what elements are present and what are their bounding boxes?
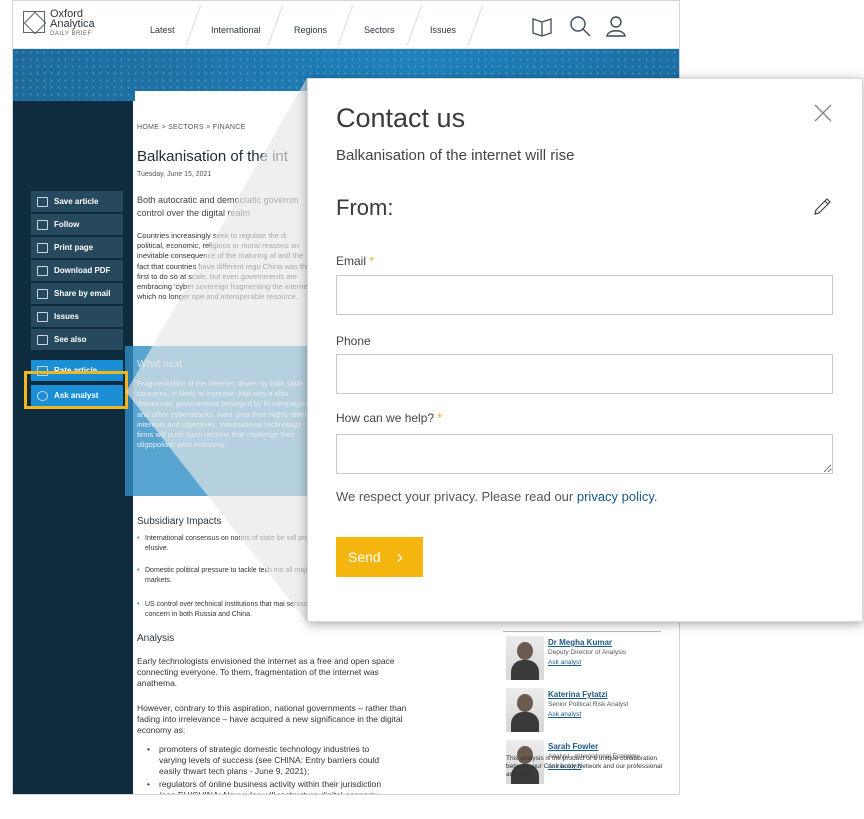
what-next-title: What next — [137, 359, 183, 370]
impact-item: Domestic political pressure to tackle te… — [137, 566, 317, 585]
help-label: How can we help? * — [336, 411, 442, 425]
modal-subtitle: Balkanisation of the internet will rise — [336, 147, 575, 164]
nav-divider — [267, 5, 284, 45]
nav-regions[interactable]: Regions — [294, 25, 327, 35]
pdf-icon — [37, 265, 48, 276]
ask-analyst-highlight — [24, 371, 128, 409]
issues-button[interactable]: Issues — [31, 306, 123, 327]
article-date: Tuesday, June 15, 2021 — [137, 171, 212, 178]
help-label-text: How can we help? — [336, 411, 435, 425]
nav-divider — [337, 5, 354, 45]
top-navigation: Oxford Analytica DAILY BRIEF Latest Inte… — [13, 1, 679, 49]
logo-mark-icon — [23, 11, 45, 33]
email-field[interactable] — [336, 275, 833, 315]
required-mark: * — [437, 411, 443, 425]
tool-label: Follow — [54, 220, 80, 229]
follow-button[interactable]: Follow — [31, 214, 123, 235]
analysis-bullet: promoters of strategic domestic technolo… — [147, 744, 397, 777]
tool-label: Download PDF — [54, 266, 111, 275]
flag-icon — [37, 311, 48, 322]
mail-icon — [37, 288, 48, 299]
impact-item: International consensus on norms of stat… — [137, 534, 317, 553]
send-button[interactable]: Send › — [336, 537, 423, 577]
tool-label: Issues — [54, 312, 79, 321]
tool-label: Share by email — [54, 289, 111, 298]
privacy-policy-link[interactable]: privacy policy. — [577, 489, 658, 504]
save-article-button[interactable]: Save article — [31, 191, 123, 212]
email-label-text: Email — [336, 254, 367, 268]
book-icon[interactable] — [531, 15, 553, 37]
tool-label: See also — [54, 335, 87, 344]
ask-analyst-link[interactable]: Ask analyst — [548, 711, 581, 718]
privacy-text: We respect your privacy. Please read our — [336, 489, 574, 504]
analysis-paragraph: However, contrary to this aspiration, na… — [137, 703, 407, 735]
expert-name-link[interactable]: Katerina Fytatzi — [548, 690, 608, 699]
required-mark: * — [369, 254, 375, 268]
article-body: Countries increasingly seek to regulate … — [137, 231, 312, 302]
phone-label-text: Phone — [336, 334, 371, 348]
contact-modal: Contact us Balkanisation of the internet… — [307, 78, 863, 622]
nav-divider — [185, 5, 202, 45]
see-also-button[interactable]: See also — [31, 329, 123, 350]
expert-card: Dr Megha Kumar Deputy Director of Analys… — [501, 636, 679, 684]
expert-name-link[interactable]: Sarah Fowler — [548, 742, 598, 751]
download-pdf-button[interactable]: Download PDF — [31, 260, 123, 281]
article-summary: Both autocratic and democratic governm c… — [137, 195, 299, 218]
expert-role: Deputy Director of Analysis — [548, 649, 627, 656]
help-textarea[interactable] — [336, 434, 833, 474]
analysis-bullet: regulators of online business activity w… — [147, 779, 397, 794]
pencil-icon[interactable] — [811, 196, 833, 218]
nav-issues[interactable]: Issues — [430, 25, 456, 35]
analysis-title: Analysis — [137, 633, 175, 644]
ask-analyst-link[interactable]: Ask analyst — [548, 659, 581, 666]
nav-latest[interactable]: Latest — [150, 25, 175, 35]
article-title: Balkanisation of the int — [137, 148, 288, 165]
breadcrumb[interactable]: HOME > SECTORS > FINANCE — [137, 124, 246, 131]
chevron-right-icon: › — [396, 546, 403, 567]
analysis-paragraph: Early technologists envisioned the inter… — [137, 656, 395, 688]
modal-title: Contact us — [336, 103, 466, 133]
phone-field[interactable] — [336, 354, 833, 394]
close-icon[interactable] — [813, 103, 833, 123]
send-label: Send — [348, 549, 381, 565]
book-icon — [37, 196, 48, 207]
email-label: Email * — [336, 254, 374, 268]
nav-divider — [467, 5, 484, 45]
follow-icon — [37, 219, 48, 230]
logo-line-2: Analytica — [50, 18, 95, 30]
printer-icon — [37, 242, 48, 253]
expert-photo — [506, 636, 544, 680]
phone-label: Phone — [336, 334, 371, 348]
nav-divider — [406, 5, 423, 45]
tool-label: Print page — [54, 243, 94, 252]
experts-note: This analysis is the product of a unique… — [506, 755, 663, 778]
impact-item: US control over technical institutions t… — [137, 600, 317, 619]
what-next-body: Fragmentation of the internet, driven by… — [137, 379, 317, 450]
nav-sectors[interactable]: Sectors — [364, 25, 395, 35]
from-label: From: — [336, 195, 394, 220]
search-icon[interactable] — [569, 15, 591, 37]
expert-photo — [506, 688, 544, 732]
privacy-notice: We respect your privacy. Please read our… — [336, 489, 658, 504]
share-by-email-button[interactable]: Share by email — [31, 283, 123, 304]
nav-international[interactable]: International — [211, 25, 261, 35]
tool-label: Save article — [54, 197, 99, 206]
print-page-button[interactable]: Print page — [31, 237, 123, 258]
document-icon — [37, 334, 48, 345]
subsidiary-impacts-title: Subsidiary Impacts — [137, 516, 222, 527]
expert-role: Senior Political Risk Analyst — [548, 701, 629, 708]
expert-card: Katerina Fytatzi Senior Political Risk A… — [501, 688, 679, 736]
user-icon[interactable] — [605, 15, 627, 37]
logo-line-3: DAILY BRIEF — [50, 31, 92, 37]
oxford-analytica-logo[interactable]: Oxford Analytica DAILY BRIEF — [23, 9, 113, 41]
expert-name-link[interactable]: Dr Megha Kumar — [548, 638, 612, 647]
